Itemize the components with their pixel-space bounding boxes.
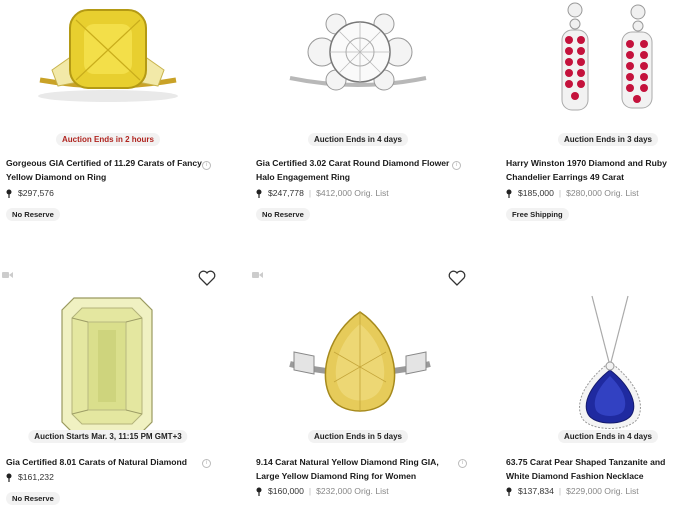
price-separator: | xyxy=(308,486,312,496)
price-marker-icon xyxy=(6,473,12,482)
original-list-price: $412,000 Orig. List xyxy=(316,188,389,198)
listing-title[interactable]: Harry Winston 1970 Diamond and Ruby Chan… xyxy=(506,156,688,184)
no-reserve-tag: No Reserve xyxy=(6,208,60,221)
info-icon[interactable]: i xyxy=(202,459,211,468)
listing-title[interactable]: 63.75 Carat Pear Shaped Tanzanite and Wh… xyxy=(506,455,688,483)
product-image-round-diamond-ring[interactable] xyxy=(250,0,480,128)
current-price: $297,576 xyxy=(18,188,54,198)
price-marker-icon xyxy=(256,487,262,496)
product-image-tanzanite-necklace[interactable] xyxy=(500,272,691,430)
original-list-price: $229,000 Orig. List xyxy=(566,486,639,496)
price-marker-icon xyxy=(256,189,262,198)
price-marker-icon xyxy=(506,189,512,198)
current-price: $247,778 xyxy=(268,188,304,198)
auction-status-badge: Auction Starts Mar. 3, 11:15 PM GMT+3 xyxy=(28,430,188,443)
original-list-price: $280,000 Orig. List xyxy=(566,188,639,198)
listing-card[interactable]: Auction Ends in 4 days Gia Certified 3.0… xyxy=(250,0,480,230)
listing-card[interactable]: Auction Ends in 3 days Harry Winston 197… xyxy=(500,0,691,230)
current-price: $161,232 xyxy=(18,472,54,482)
price-marker-icon xyxy=(6,189,12,198)
price-separator: | xyxy=(308,188,312,198)
listing-title[interactable]: 9.14 Carat Natural Yellow Diamond Ring G… xyxy=(256,455,452,483)
info-icon[interactable]: i xyxy=(202,161,211,170)
original-list-price: $232,000 Orig. List xyxy=(316,486,389,496)
auction-status-badge: Auction Ends in 2 hours xyxy=(55,133,161,146)
auction-status-badge: Auction Ends in 4 days xyxy=(557,430,659,443)
auction-status-badge: Auction Ends in 5 days xyxy=(307,430,409,443)
current-price: $160,000 xyxy=(268,486,304,496)
product-image-yellow-pear-ring[interactable] xyxy=(250,272,480,430)
listing-card[interactable]: Auction Ends in 4 days 63.75 Carat Pear … xyxy=(500,262,691,507)
listing-card[interactable]: Auction Ends in 2 hours Gorgeous GIA Cer… xyxy=(0,0,230,230)
listing-title[interactable]: Gia Certified 8.01 Carats of Natural Dia… xyxy=(6,455,202,469)
listing-title[interactable]: Gorgeous GIA Certified of 11.29 Carats o… xyxy=(6,156,202,184)
product-image-ruby-earrings[interactable] xyxy=(500,0,691,130)
info-icon[interactable]: i xyxy=(458,459,467,468)
product-image-yellow-diamond-ring[interactable] xyxy=(0,0,230,128)
auction-status-badge: Auction Ends in 4 days xyxy=(307,133,409,146)
no-reserve-tag: No Reserve xyxy=(256,208,310,221)
current-price: $137,834 xyxy=(518,486,554,496)
listing-title[interactable]: Gia Certified 3.02 Carat Round Diamond F… xyxy=(256,156,452,184)
free-shipping-tag: Free Shipping xyxy=(506,208,569,221)
current-price: $185,000 xyxy=(518,188,554,198)
product-image-emerald-cut-diamond[interactable] xyxy=(0,272,230,430)
auction-status-badge: Auction Ends in 3 days xyxy=(557,133,659,146)
price-separator: | xyxy=(558,188,562,198)
listing-card[interactable]: Auction Starts Mar. 3, 11:15 PM GMT+3 Gi… xyxy=(0,262,230,507)
price-marker-icon xyxy=(506,487,512,496)
no-reserve-tag: No Reserve xyxy=(6,492,60,505)
info-icon[interactable]: i xyxy=(452,161,461,170)
price-separator: | xyxy=(558,486,562,496)
listing-card[interactable]: Auction Ends in 5 days 9.14 Carat Natura… xyxy=(250,262,480,507)
